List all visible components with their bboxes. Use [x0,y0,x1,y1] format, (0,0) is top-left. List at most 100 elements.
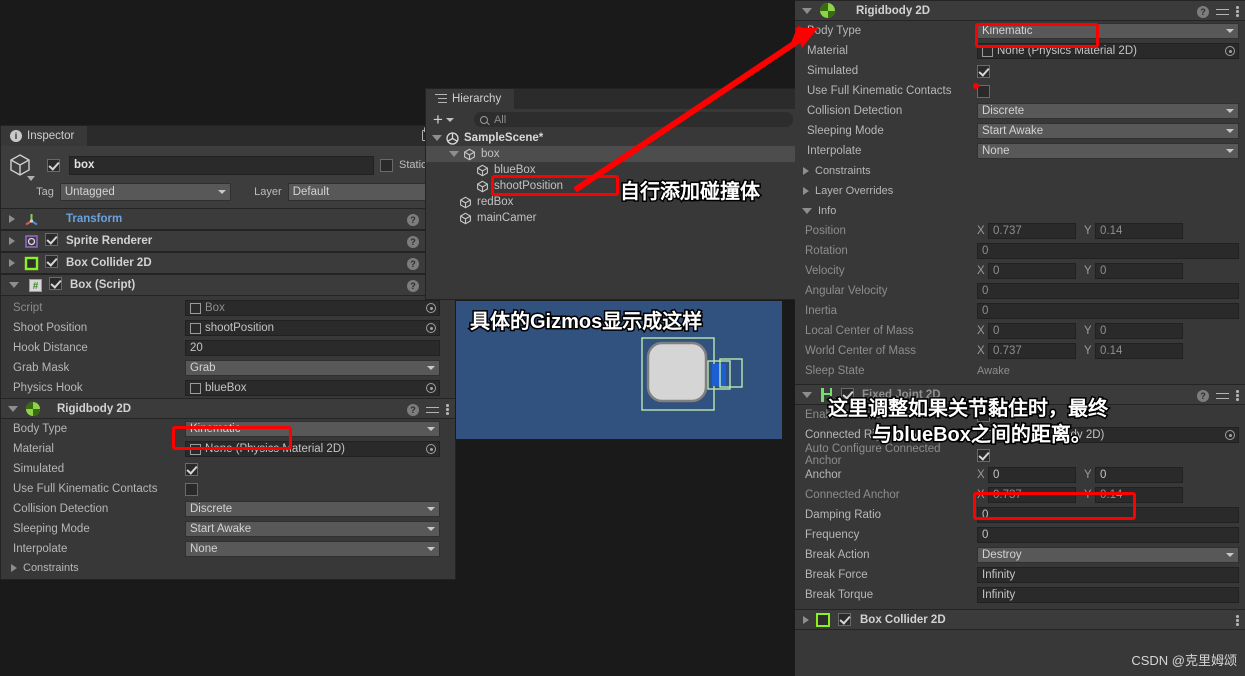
rb-right-body-type[interactable]: Kinematic [977,23,1239,39]
info-position-y[interactable]: 0.14 [1095,223,1183,239]
rb-right-interpolate[interactable]: None [977,143,1239,159]
help-icon[interactable]: ? [407,213,419,226]
joint-connected-anchor-x[interactable]: 0.737 [988,487,1076,503]
component-menu-icon[interactable] [1236,614,1239,627]
hierarchy-search-input[interactable]: All [473,112,793,127]
joint-break-action[interactable]: Destroy [977,547,1239,563]
rigidbody-info-rows: Position X 0.737 Y 0.14 Rotation 0 Velocity X 0 Y 0… [795,221,1245,381]
preset-icon[interactable] [1216,390,1229,402]
component-header-box-script[interactable]: # Box (Script)? [1,274,455,296]
hierarchy-item-maincamer[interactable]: mainCamer [426,210,799,226]
info-world-center-of-mass-y[interactable]: 0.14 [1095,343,1183,359]
tab-inspector-label: Inspector [27,130,75,142]
rb-left-collision-detection[interactable]: Discrete [185,501,440,517]
help-icon[interactable]: ? [407,279,419,292]
field-script-value: Box [205,302,225,314]
joint-break-action-value: Destroy [982,549,1022,561]
help-icon[interactable]: ? [1197,389,1209,402]
component-header-transform[interactable]: Transform? [1,208,455,230]
constraints-foldout-right[interactable]: Constraints [795,161,1245,181]
constraints-foldout[interactable]: Constraints [1,559,455,577]
watermark: CSDN @克里姆颂 [1131,653,1237,668]
box-collider-enabled-checkbox[interactable] [838,613,851,626]
scene-icon [446,131,459,145]
help-icon[interactable]: ? [407,403,419,416]
component-header-rigidbody-2d-right[interactable]: Rigidbody 2D ? [795,0,1245,21]
preset-icon[interactable] [1216,6,1229,18]
joint-break-torque[interactable]: Infinity [977,587,1239,603]
component-enabled-checkbox[interactable] [45,255,58,268]
rb-left-material[interactable]: None (Physics Material 2D) [185,441,440,457]
component-header-box-collider-2d[interactable]: Box Collider 2D [795,609,1245,630]
field-hook-distance[interactable]: 20 [185,340,440,356]
add-dropdown-arrow[interactable] [445,117,454,122]
preset-icon[interactable] [426,404,439,416]
field-script[interactable]: Box [185,300,440,316]
info-local-center-of-mass-x[interactable]: 0 [988,323,1076,339]
rb-right-use-full-kinematic-contacts-label: Use Full Kinematic Contacts [807,85,952,97]
constraints-label: Constraints [23,562,79,574]
row-field-grab-mask: Grab Mask Grab [1,358,455,378]
hierarchy-item-samplescene--label: SampleScene* [464,132,544,144]
joint-break-force[interactable]: Infinity [977,567,1239,583]
joint-auto-configure-connected-anchor[interactable] [977,448,990,462]
transform-icon [24,212,39,227]
tag-dropdown[interactable]: Untagged [59,183,231,201]
component-enabled-checkbox[interactable] [45,233,58,246]
rb-left-interpolate[interactable]: None [185,541,440,557]
joint-frequency[interactable]: 0 [977,527,1239,543]
hierarchy-item-samplescene-[interactable]: SampleScene* [426,130,799,146]
add-object-button[interactable]: + [433,111,443,128]
rb-right-collision-detection[interactable]: Discrete [977,103,1239,119]
info-position-x[interactable]: 0.737 [988,223,1076,239]
hierarchy-search-placeholder: All [493,113,507,126]
component-header-rigidbody-2d[interactable]: Rigidbody 2D ? [1,398,455,419]
joint-damping-ratio[interactable]: 0 [977,507,1239,523]
rb-left-simulated[interactable] [185,462,198,476]
rb-right-simulated[interactable] [977,64,990,78]
info-sleep-state-label: Sleep State [805,365,865,377]
field-hook-distance-value: 20 [190,342,203,354]
field-shoot-position[interactable]: shootPosition [185,320,440,336]
component-enabled-checkbox[interactable] [49,277,62,290]
component-header-box-collider-2d[interactable]: Box Collider 2D? [1,252,455,274]
hierarchy-item-box[interactable]: box [426,146,799,162]
field-physics-hook[interactable]: blueBox [185,380,440,396]
joint-anchor-y[interactable]: 0 [1095,467,1183,483]
info-angular-velocity[interactable]: 0 [977,283,1239,299]
rb-right-material[interactable]: None (Physics Material 2D) [977,43,1239,59]
help-icon[interactable]: ? [407,235,419,248]
tab-hierarchy[interactable]: Hierarchy [426,89,515,109]
field-grab-mask[interactable]: Grab [185,360,440,376]
component-header-sprite-renderer[interactable]: Sprite Renderer? [1,230,455,252]
object-active-checkbox[interactable] [47,158,60,172]
joint-anchor-x[interactable]: 0 [988,467,1076,483]
rb-right-sleeping-mode[interactable]: Start Awake [977,123,1239,139]
info-inertia[interactable]: 0 [977,303,1239,319]
layer-overrides-foldout[interactable]: Layer Overrides [795,181,1245,201]
component-title: Box Collider 2D [66,257,152,269]
info-world-center-of-mass-x[interactable]: 0.737 [988,343,1076,359]
rb-left-sleeping-mode[interactable]: Start Awake [185,521,440,537]
static-checkbox[interactable] [380,158,393,172]
object-name-input[interactable]: box [69,155,374,175]
field-script-label: Script [13,302,43,314]
rb-left-body-type[interactable]: Kinematic [185,421,440,437]
info-rotation[interactable]: 0 [977,243,1239,259]
component-menu-icon[interactable] [1236,389,1239,402]
component-menu-icon[interactable] [1236,5,1239,18]
rb-left-use-full-kinematic-contacts[interactable] [185,482,198,496]
info-velocity-x[interactable]: 0 [988,263,1076,279]
info-inertia-value: 0 [982,305,989,317]
joint-connected-anchor-y[interactable]: 0.14 [1095,487,1183,503]
info-velocity-y[interactable]: 0 [1095,263,1183,279]
info-foldout[interactable]: Info [795,201,1245,221]
tab-inspector[interactable]: i Inspector [1,126,88,146]
help-icon[interactable]: ? [1197,5,1209,18]
help-icon[interactable]: ? [407,257,419,270]
component-menu-icon[interactable] [446,403,449,416]
joint-connected-anchor-y-value: 0.14 [1100,489,1123,501]
rb-right-use-full-kinematic-contacts[interactable] [977,84,990,98]
info-local-center-of-mass-y[interactable]: 0 [1095,323,1183,339]
box-collider-icon [816,612,830,627]
